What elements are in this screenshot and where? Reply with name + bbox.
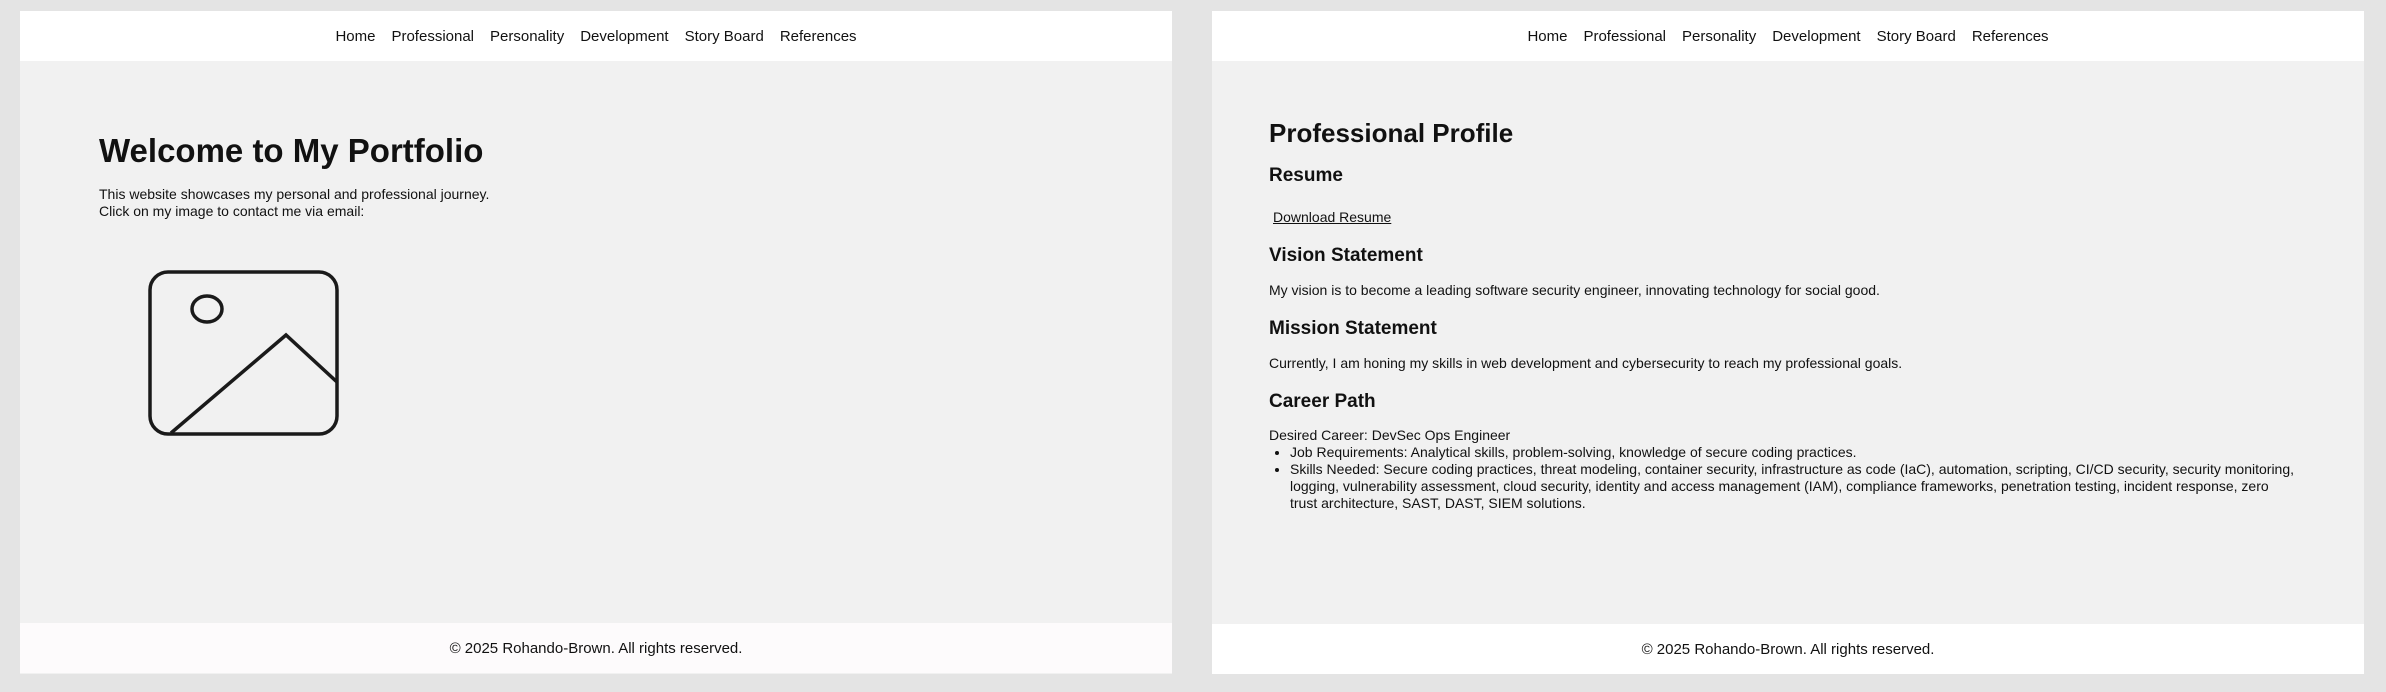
nav-story-board[interactable]: Story Board: [685, 28, 764, 45]
resume-heading: Resume: [1269, 165, 1343, 186]
nav-professional[interactable]: Professional: [1583, 28, 1666, 45]
nav-home[interactable]: Home: [1527, 28, 1567, 45]
mission-text: Currently, I am honing my skills in web …: [1269, 355, 1903, 371]
professional-page-panel: Home Professional Personality Developmen…: [1212, 11, 2364, 674]
list-item: Job Requirements: Analytical skills, pro…: [1290, 444, 2299, 461]
nav-development[interactable]: Development: [1772, 28, 1860, 45]
download-resume-link[interactable]: Download Resume: [1273, 209, 1391, 225]
contact-instruction: Click on my image to contact me via emai…: [99, 203, 365, 219]
nav-development[interactable]: Development: [580, 28, 668, 45]
nav-references[interactable]: References: [780, 28, 857, 45]
career-list: Job Requirements: Analytical skills, pro…: [1269, 444, 2299, 512]
vision-text: My vision is to become a leading softwar…: [1269, 282, 1880, 298]
intro-text: This website showcases my personal and p…: [99, 186, 489, 220]
vision-heading: Vision Statement: [1269, 245, 1423, 266]
nav-story-board[interactable]: Story Board: [1877, 28, 1956, 45]
nav-personality[interactable]: Personality: [1682, 28, 1756, 45]
image-placeholder-icon[interactable]: [127, 254, 341, 438]
nav-references[interactable]: References: [1972, 28, 2049, 45]
page-title: Welcome to My Portfolio: [99, 132, 484, 169]
mission-heading: Mission Statement: [1269, 318, 1437, 339]
intro-line: This website showcases my personal and p…: [99, 186, 490, 202]
nav-professional[interactable]: Professional: [391, 28, 474, 45]
desired-career: Desired Career: DevSec Ops Engineer: [1269, 427, 1511, 443]
career-heading: Career Path: [1269, 391, 1376, 412]
career-details: Desired Career: DevSec Ops Engineer Job …: [1269, 427, 2299, 512]
page-title: Professional Profile: [1269, 118, 1514, 148]
top-nav: Home Professional Personality Developmen…: [1212, 11, 2364, 61]
footer: © 2025 Rohando-Brown. All rights reserve…: [20, 623, 1172, 673]
top-nav: Home Professional Personality Developmen…: [20, 11, 1172, 61]
list-item: Skills Needed: Secure coding practices, …: [1290, 461, 2299, 512]
copyright-text: © 2025 Rohando-Brown. All rights reserve…: [449, 639, 743, 657]
copyright-text: © 2025 Rohando-Brown. All rights reserve…: [1641, 640, 1935, 658]
footer: © 2025 Rohando-Brown. All rights reserve…: [1212, 624, 2364, 674]
nav-personality[interactable]: Personality: [490, 28, 564, 45]
nav-home[interactable]: Home: [335, 28, 375, 45]
home-page-panel: Home Professional Personality Developmen…: [20, 11, 1172, 674]
